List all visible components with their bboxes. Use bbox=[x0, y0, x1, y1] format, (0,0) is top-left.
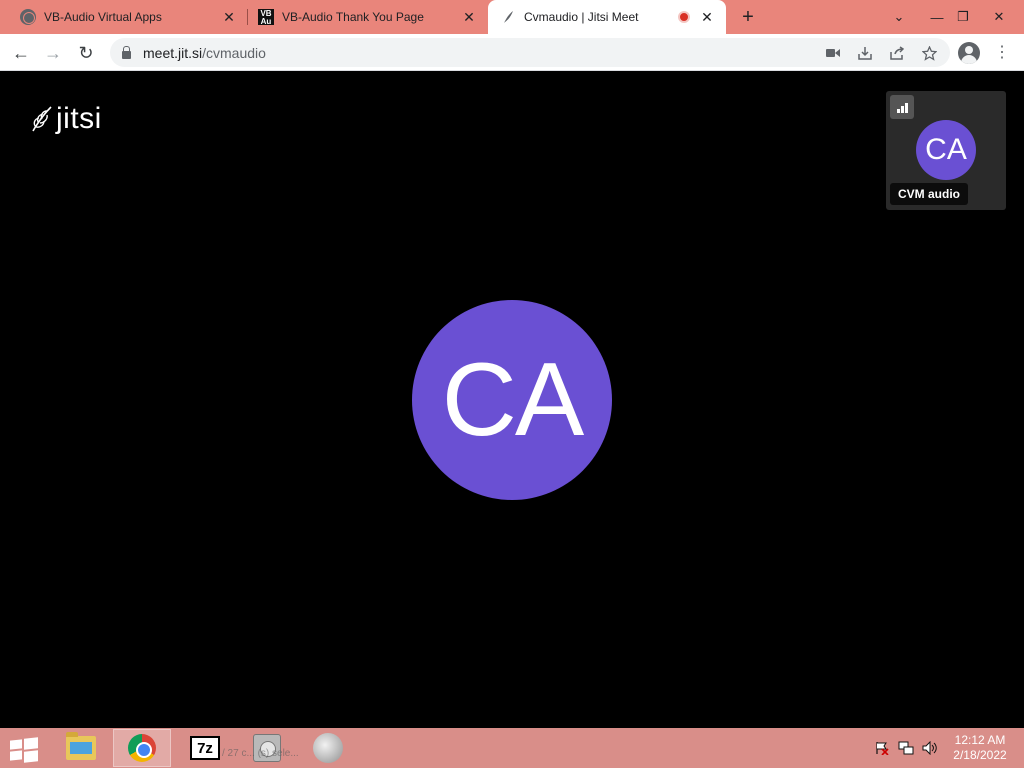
close-tab-icon[interactable]: ✕ bbox=[460, 8, 478, 26]
new-tab-button[interactable]: + bbox=[736, 6, 760, 28]
url-text: meet.jit.si/cvmaudio bbox=[143, 44, 266, 61]
chrome-icon[interactable] bbox=[113, 729, 171, 767]
tab-title: Cvmaudio | Jitsi Meet bbox=[524, 10, 639, 24]
tab-vb-audio-thank-you[interactable]: VB Au VB-Audio Thank You Page ✕ bbox=[248, 0, 488, 34]
participant-name-label: CVM audio bbox=[890, 183, 968, 205]
profile-avatar-icon[interactable] bbox=[958, 42, 980, 64]
file-explorer-icon[interactable] bbox=[52, 729, 110, 767]
action-center-flag-icon[interactable] bbox=[874, 740, 890, 756]
reload-button[interactable]: ↻ bbox=[73, 40, 99, 66]
back-button[interactable]: ← bbox=[8, 40, 34, 66]
browser-toolbar: ← → ↻ meet.jit.si/cvmaudio ⋮ bbox=[0, 34, 1024, 71]
connection-quality-icon[interactable] bbox=[890, 95, 914, 119]
speaker-app-icon[interactable] bbox=[299, 729, 357, 767]
windows-start-icon[interactable] bbox=[10, 737, 38, 763]
ghost-window-text: / 27 c... (s) sele... bbox=[222, 748, 299, 759]
minimize-button[interactable]: — bbox=[924, 0, 950, 34]
volume-icon[interactable] bbox=[922, 740, 938, 756]
tab-jitsi-meet[interactable]: Cvmaudio | Jitsi Meet ✕ bbox=[488, 0, 726, 34]
globe-icon bbox=[20, 9, 36, 25]
jitsi-logo-text: jitsi bbox=[56, 102, 102, 135]
share-icon[interactable] bbox=[886, 42, 908, 64]
clock-date: 2/18/2022 bbox=[953, 748, 1007, 762]
close-tab-icon[interactable]: ✕ bbox=[698, 8, 716, 26]
tab-search-button[interactable]: ⌄ bbox=[886, 0, 912, 34]
lock-icon[interactable] bbox=[122, 45, 131, 59]
close-tab-icon[interactable]: ✕ bbox=[220, 8, 238, 26]
restore-button[interactable]: ❐ bbox=[950, 0, 976, 34]
tab-title: VB-Audio Thank You Page bbox=[282, 10, 424, 24]
jitsi-logo[interactable]: jitsi bbox=[30, 102, 102, 136]
tab-title: VB-Audio Virtual Apps bbox=[44, 10, 162, 24]
tab-strip: VB-Audio Virtual Apps ✕ VB Au VB-Audio Th… bbox=[0, 0, 1024, 34]
close-window-button[interactable]: ✕ bbox=[984, 0, 1014, 34]
network-icon[interactable] bbox=[898, 740, 914, 756]
windows-taskbar: 7z / 27 c... (s) sele... 12:12 AM 2/18/2… bbox=[0, 728, 1024, 768]
bookmark-star-icon[interactable] bbox=[918, 42, 940, 64]
system-clock[interactable]: 12:12 AM 2/18/2022 bbox=[948, 733, 1012, 763]
main-participant-avatar: CA bbox=[412, 300, 612, 500]
vb-audio-icon: VB Au bbox=[258, 9, 274, 26]
forward-button[interactable]: → bbox=[40, 40, 66, 66]
recording-indicator-icon bbox=[678, 11, 690, 23]
clock-time: 12:12 AM bbox=[954, 733, 1006, 747]
tab-vb-audio-virtual-apps[interactable]: VB-Audio Virtual Apps ✕ bbox=[0, 0, 248, 34]
address-bar[interactable]: meet.jit.si/cvmaudio bbox=[110, 38, 950, 67]
jitsi-icon bbox=[504, 11, 513, 23]
meeting-stage: jitsi CA CA CVM audio bbox=[0, 72, 1024, 728]
install-icon[interactable] bbox=[854, 42, 876, 64]
thumbnail-avatar: CA bbox=[916, 120, 976, 180]
camera-icon[interactable] bbox=[822, 42, 844, 64]
participant-thumbnail[interactable]: CA CVM audio bbox=[886, 91, 1006, 210]
jitsi-leaf-icon bbox=[32, 106, 52, 132]
browser-menu-button[interactable]: ⋮ bbox=[992, 42, 1012, 64]
